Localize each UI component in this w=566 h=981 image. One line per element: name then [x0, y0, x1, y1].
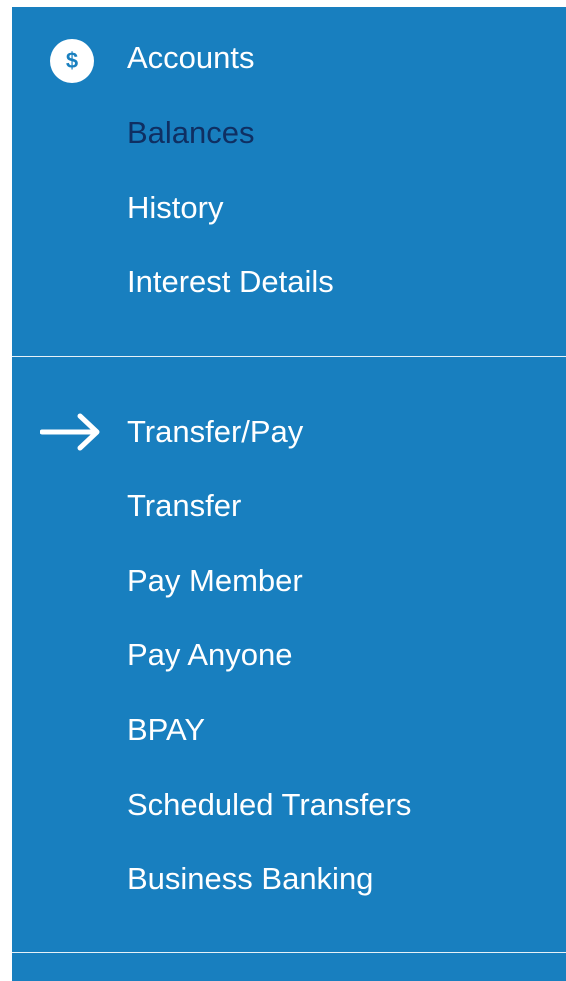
- accounts-section: $ Accounts Balances History Interest Det…: [12, 7, 566, 356]
- menu-header-accounts[interactable]: Accounts: [127, 38, 255, 78]
- menu-item-scheduled-transfers[interactable]: Scheduled Transfers: [127, 785, 411, 825]
- menu-item-balances[interactable]: Balances: [127, 113, 255, 153]
- section-divider: [12, 356, 566, 357]
- side-menu: $ Accounts Balances History Interest Det…: [12, 7, 566, 981]
- menu-item-pay-member[interactable]: Pay Member: [127, 561, 303, 601]
- menu-item-pay-anyone[interactable]: Pay Anyone: [127, 635, 292, 675]
- dollar-icon: $: [50, 39, 94, 83]
- section-divider: [12, 952, 566, 953]
- arrow-right-icon: [40, 413, 100, 451]
- menu-item-business-banking[interactable]: Business Banking: [127, 859, 373, 899]
- menu-item-interest-details[interactable]: Interest Details: [127, 262, 334, 302]
- menu-header-transfer-pay[interactable]: Transfer/Pay: [127, 412, 303, 452]
- menu-item-history[interactable]: History: [127, 188, 223, 228]
- menu-item-bpay[interactable]: BPAY: [127, 710, 205, 750]
- menu-item-transfer[interactable]: Transfer: [127, 486, 241, 526]
